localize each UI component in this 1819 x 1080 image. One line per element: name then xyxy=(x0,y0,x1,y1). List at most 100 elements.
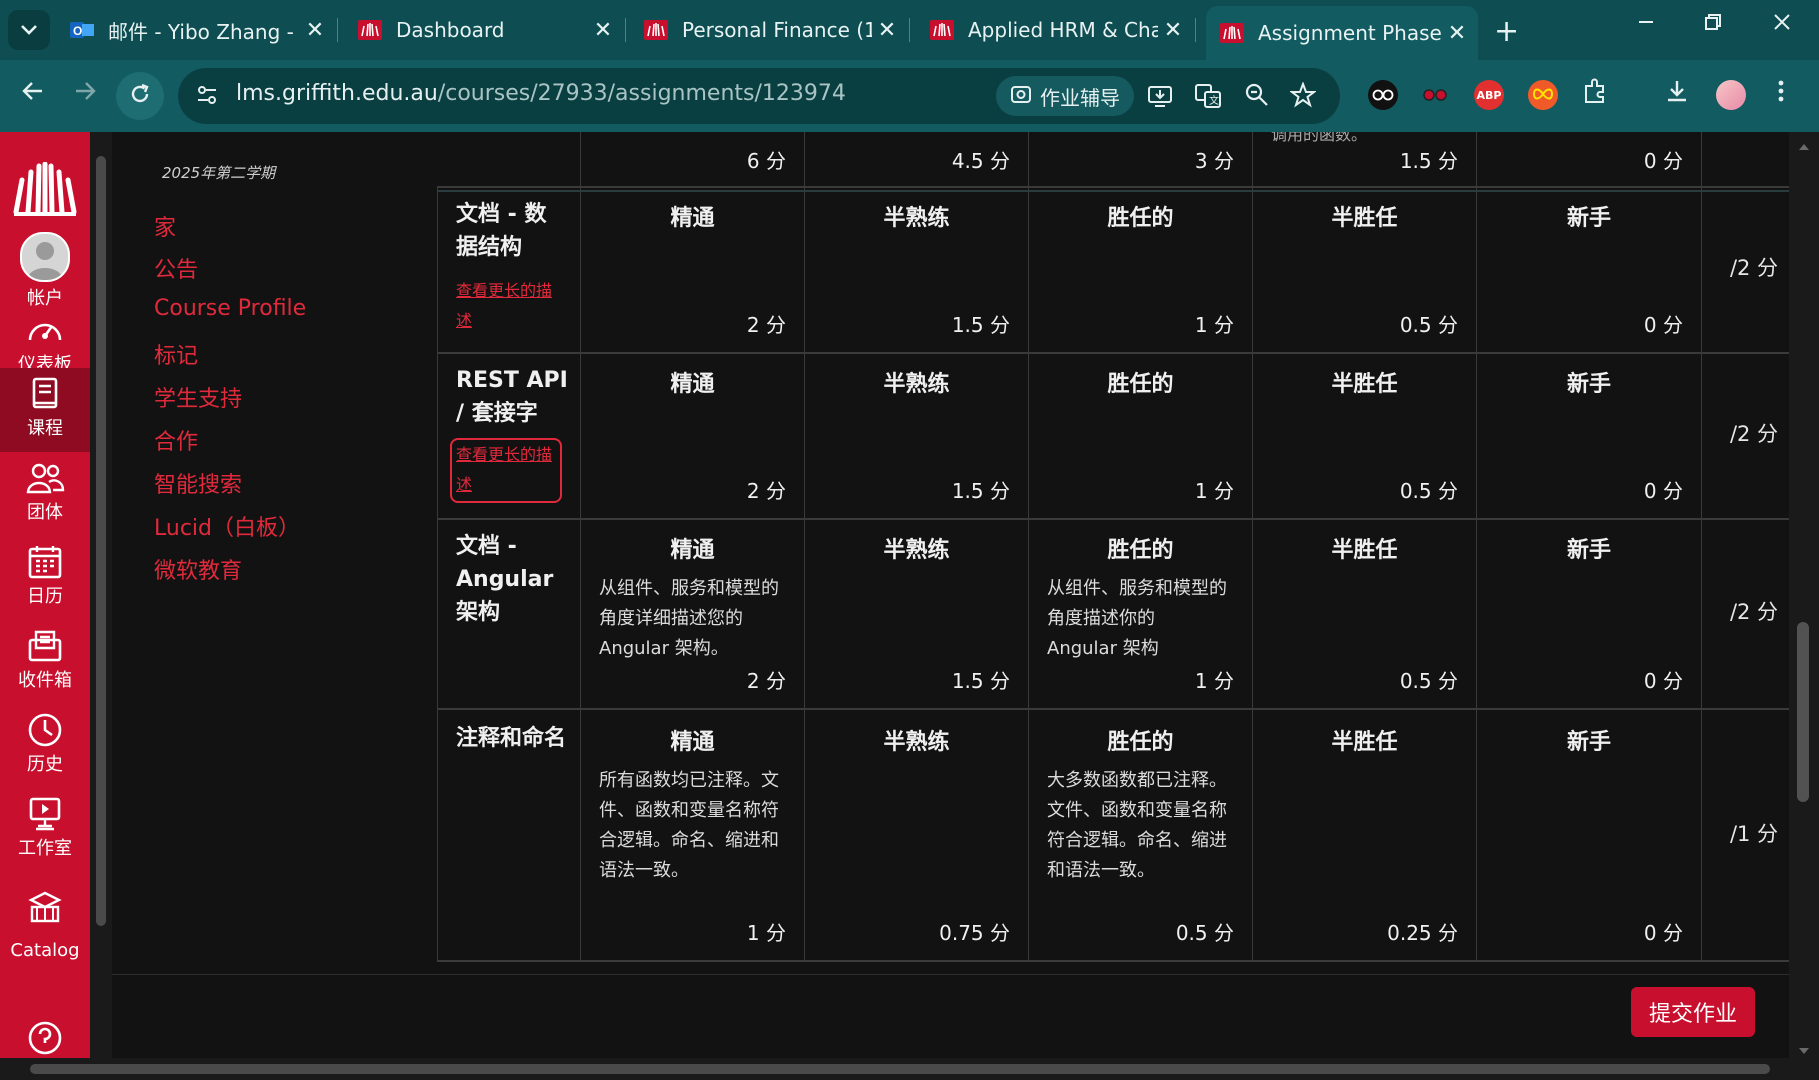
new-tab-button[interactable]: + xyxy=(1494,14,1519,49)
global-nav-inbox[interactable]: 收件箱 xyxy=(0,620,90,700)
global-nav-catalog[interactable]: Catalog xyxy=(0,882,90,972)
browser-tab[interactable]: Personal Finance (12 ✕ xyxy=(630,8,910,52)
address-bar[interactable]: lms.griffith.edu.au/courses/27933/assign… xyxy=(178,68,1340,124)
profile-avatar-icon[interactable] xyxy=(1716,80,1746,110)
rating-cell[interactable]: 4.5 分 xyxy=(804,132,1028,186)
rating-cell[interactable]: 半胜任 0.5 分 xyxy=(1252,518,1476,708)
course-nav-grades[interactable]: 标记 xyxy=(154,338,198,370)
zoom-icon[interactable] xyxy=(1244,82,1270,112)
site-settings-icon[interactable] xyxy=(192,80,222,114)
browser-tab[interactable]: Applied HRM & Cha ✕ xyxy=(916,8,1196,52)
global-nav-history[interactable]: 历史 xyxy=(0,704,90,784)
rating-title: 半熟练 xyxy=(883,372,950,397)
rating-cell[interactable]: 半熟练 0.75 分 xyxy=(804,710,1028,960)
browser-tab[interactable]: O 邮件 - Yibo Zhang - ( ✕ xyxy=(56,8,338,52)
rating-cell[interactable]: 半熟练 1.5 分 xyxy=(804,352,1028,518)
back-arrow-icon[interactable] xyxy=(20,78,46,111)
close-icon[interactable]: ✕ xyxy=(300,18,330,43)
rating-cell[interactable]: 半胜任 0.25 分 xyxy=(1252,710,1476,960)
course-nav-microsoft-education[interactable]: 微软教育 xyxy=(154,553,242,585)
browser-tab[interactable]: Dashboard ✕ xyxy=(344,8,626,52)
extension-icon[interactable] xyxy=(1368,80,1398,110)
course-nav-smart-search[interactable]: 智能搜索 xyxy=(154,467,242,499)
horizontal-scrollbar-thumb[interactable] xyxy=(30,1064,1770,1074)
rating-cell[interactable]: 半熟练 1.5 分 xyxy=(804,518,1028,708)
close-icon[interactable]: ✕ xyxy=(872,18,902,43)
url-text[interactable]: lms.griffith.edu.au/courses/27933/assign… xyxy=(236,81,846,106)
rating-cell[interactable]: 3 分 xyxy=(1028,132,1252,186)
window-close-icon[interactable] xyxy=(1772,12,1792,38)
rating-title: 胜任的 xyxy=(1107,206,1174,231)
view-longer-description-link[interactable]: 查看更长的描述 xyxy=(450,438,562,503)
course-nav-home[interactable]: 家 xyxy=(154,210,176,242)
rating-cell[interactable]: 调用的函数。 1.5 分 xyxy=(1252,132,1476,186)
rating-cell[interactable]: 新手 0 分 xyxy=(1476,352,1701,518)
global-nav-groups[interactable]: 团体 xyxy=(0,452,90,532)
course-nav-collaborations[interactable]: 合作 xyxy=(154,424,198,456)
rubric-row: REST API / 套接字 查看更长的描述 精通 2 分 半熟练 1.5 分 … xyxy=(437,352,1789,520)
more-menu-icon[interactable] xyxy=(1776,78,1786,111)
page-scrollbar[interactable] xyxy=(1789,132,1819,1060)
rating-cell[interactable]: 半熟练 1.5 分 xyxy=(804,186,1028,352)
scroll-down-arrow-icon[interactable] xyxy=(1798,1040,1810,1059)
rating-cell[interactable]: 胜任的 1 分 xyxy=(1028,352,1252,518)
reload-button[interactable] xyxy=(116,72,164,120)
close-icon[interactable]: ✕ xyxy=(1442,21,1472,46)
global-nav-courses[interactable]: 课程 xyxy=(0,368,90,452)
rubric-table: 6 分 4.5 分 3 分 调用的函数。 1.5 分 0 分 文档 - 数据结构… xyxy=(437,132,1789,974)
rating-cell[interactable]: 胜任的 大多数函数都已注释。文件、函数和变量名称符合逻辑。命名、缩进和语法一致。… xyxy=(1028,710,1252,960)
criterion-cell: 文档 - Angular 架构 xyxy=(437,518,580,708)
extensions-puzzle-icon[interactable] xyxy=(1582,78,1608,111)
rating-cell[interactable]: 精通 从组件、服务和模型的角度详细描述您的 Angular 架构。 2 分 xyxy=(580,518,804,708)
course-nav-announcements[interactable]: 公告 xyxy=(154,252,198,284)
adblock-plus-icon[interactable]: ABP xyxy=(1474,80,1504,110)
rating-cell[interactable]: 胜任的 从组件、服务和模型的角度描述你的 Angular 架构 1 分 xyxy=(1028,518,1252,708)
courses-icon xyxy=(0,376,90,412)
course-nav-lucid[interactable]: Lucid（白板） xyxy=(154,510,300,542)
rating-cell[interactable]: 半胜任 0.5 分 xyxy=(1252,186,1476,352)
extension-icon[interactable] xyxy=(1528,80,1558,110)
nav-scrollbar-thumb[interactable] xyxy=(96,156,106,926)
rating-cell[interactable]: 新手 0 分 xyxy=(1476,710,1701,960)
extension-icon[interactable] xyxy=(1420,80,1450,110)
restore-icon[interactable] xyxy=(1703,12,1723,38)
minimize-icon[interactable] xyxy=(1636,12,1656,38)
page-scrollbar-thumb[interactable] xyxy=(1797,622,1809,802)
scroll-up-arrow-icon[interactable] xyxy=(1798,136,1810,155)
global-nav-calendar[interactable]: 日历 xyxy=(0,536,90,616)
rating-cell[interactable]: 0 分 xyxy=(1476,132,1701,186)
tab-search-button[interactable] xyxy=(8,10,50,50)
rating-cell[interactable]: 6 分 xyxy=(580,132,804,186)
rating-points: 1 分 xyxy=(746,921,786,945)
rating-title: 精通 xyxy=(670,538,715,563)
rating-cell[interactable]: 精通 所有函数均已注释。文件、函数和变量名称符合逻辑。命名、缩进和语法一致。 1… xyxy=(580,710,804,960)
close-icon[interactable]: ✕ xyxy=(1158,18,1188,43)
rating-cell[interactable]: 新手 0 分 xyxy=(1476,518,1701,708)
dashboard-icon xyxy=(0,312,90,348)
rating-cell[interactable]: 半胜任 0.5 分 xyxy=(1252,352,1476,518)
browser-tab-active[interactable]: Assignment Phase 2 ✕ xyxy=(1206,6,1478,60)
griffith-logo-icon[interactable] xyxy=(10,161,80,222)
download-icon[interactable] xyxy=(1664,78,1690,111)
rating-cell[interactable]: 精通 2 分 xyxy=(580,352,804,518)
view-longer-description-link[interactable]: 查看更长的描述 xyxy=(456,276,556,337)
rating-cell[interactable]: 胜任的 1 分 xyxy=(1028,186,1252,352)
global-nav-account[interactable]: 帐户 xyxy=(0,222,90,309)
install-app-icon[interactable] xyxy=(1146,82,1174,114)
total-cell xyxy=(1701,132,1789,186)
submit-assignment-button[interactable]: 提交作业 xyxy=(1631,987,1756,1037)
translate-icon[interactable]: 文 xyxy=(1194,82,1222,114)
global-nav-studio[interactable]: 工作室 xyxy=(0,788,90,868)
assignment-helper-button[interactable]: 作业辅导 xyxy=(996,76,1134,116)
global-nav-help[interactable] xyxy=(0,1012,90,1060)
horizontal-scrollbar[interactable] xyxy=(0,1058,1819,1080)
nav-scrollbar[interactable] xyxy=(90,132,112,1060)
forward-arrow-icon[interactable] xyxy=(72,78,98,111)
griffith-icon xyxy=(930,20,954,40)
rating-cell[interactable]: 新手 0 分 xyxy=(1476,186,1701,352)
close-icon[interactable]: ✕ xyxy=(588,18,618,43)
course-nav-student-support[interactable]: 学生支持 xyxy=(154,381,242,413)
bookmark-star-icon[interactable] xyxy=(1289,81,1317,112)
course-nav-course-profile[interactable]: Course Profile xyxy=(154,296,306,321)
rating-cell[interactable]: 精通 2 分 xyxy=(580,186,804,352)
